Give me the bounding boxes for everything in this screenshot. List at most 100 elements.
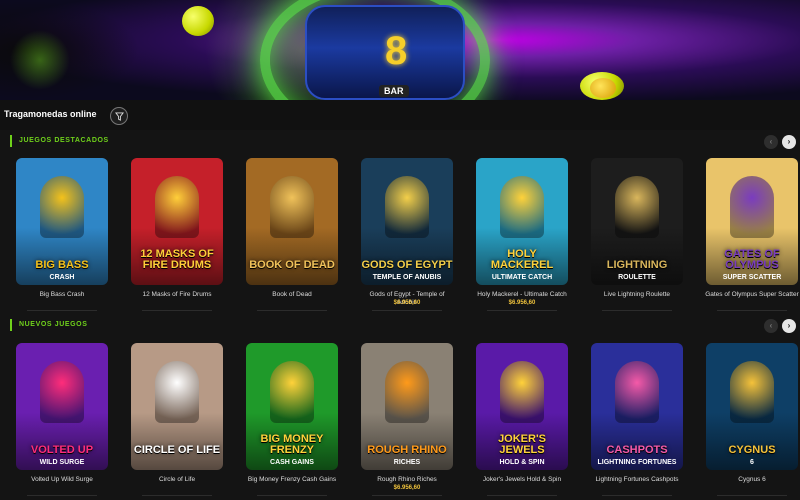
card-divider xyxy=(257,310,327,311)
game-title[interactable]: Book of Dead xyxy=(242,291,342,299)
card-divider xyxy=(372,310,442,311)
chevron-left-icon: ‹ xyxy=(769,321,773,330)
game-art xyxy=(615,361,659,423)
card-divider xyxy=(27,310,97,311)
category-toolbar: Tragamonedas online xyxy=(0,100,800,130)
game-art xyxy=(270,176,314,238)
game-art-subtitle: HOLD & SPIN xyxy=(499,459,545,466)
carousel-prev-button[interactable]: ‹ xyxy=(764,319,778,333)
carousel-next-button[interactable]: › xyxy=(782,135,796,149)
card-divider xyxy=(717,310,787,311)
game-art-title: JOKER'S JEWELS xyxy=(498,433,546,456)
game-card[interactable]: VOLTED UP WILD SURGE xyxy=(16,343,108,470)
chevron-right-icon: › xyxy=(787,137,791,146)
game-title[interactable]: Big Bass Crash xyxy=(12,291,112,299)
game-card[interactable]: ROUGH RHINO RICHES xyxy=(361,343,453,470)
chevron-left-icon: ‹ xyxy=(769,137,773,146)
game-art xyxy=(730,361,774,423)
game-card[interactable]: BOOK OF DEAD xyxy=(246,158,338,285)
game-art-title: LIGHTNING xyxy=(606,259,668,271)
slot-reel-image: 8 BAR xyxy=(305,5,465,100)
game-art xyxy=(155,361,199,423)
card-divider xyxy=(372,495,442,496)
game-art-title: GATES OF OLYMPUS xyxy=(724,248,780,271)
section-heading: NUEVOS JUEGOS xyxy=(10,319,87,331)
game-card[interactable]: CASHPOTS LIGHTNING FORTUNES xyxy=(591,343,683,470)
new-games-section: NUEVOS JUEGOS ‹ › VOLTED UP WILD SURGE Vol… xyxy=(0,315,800,500)
game-art-title: BOOK OF DEAD xyxy=(249,259,335,271)
game-card[interactable]: CYGNUS 6 xyxy=(706,343,798,470)
hero-glow xyxy=(10,30,70,90)
game-art-subtitle: WILD SURGE xyxy=(39,459,85,466)
game-card[interactable]: HOLY MACKEREL ULTIMATE CATCH xyxy=(476,158,568,285)
chevron-right-icon: › xyxy=(787,321,791,330)
jackpot-amount: $6.956,60 xyxy=(393,300,421,306)
card-divider xyxy=(142,310,212,311)
jackpot-amount: $6.956,60 xyxy=(393,485,421,491)
game-card[interactable]: LIGHTNING ROULETTE xyxy=(591,158,683,285)
game-title[interactable]: Rough Rhino Riches xyxy=(357,476,457,484)
game-art-subtitle: RICHES xyxy=(393,459,421,466)
game-title[interactable]: Live Lightning Roulette xyxy=(587,291,687,299)
game-art-subtitle: SUPER SCATTER xyxy=(722,274,782,281)
game-art-title: 12 MASKS OF FIRE DRUMS xyxy=(140,248,214,271)
game-title[interactable]: Big Money Frenzy Cash Gains xyxy=(242,476,342,484)
game-title[interactable]: Lightning Fortunes Cashpots xyxy=(587,476,687,484)
game-art xyxy=(615,176,659,238)
game-art xyxy=(40,176,84,238)
game-art-title: GODS OF EGYPT xyxy=(361,259,453,271)
game-art-title: CIRCLE OF LIFE xyxy=(133,444,221,456)
game-card[interactable]: CIRCLE OF LIFE xyxy=(131,343,223,470)
page-title: Tragamonedas online xyxy=(4,109,97,119)
game-card[interactable]: BIG MONEY FRENZY CASH GAINS xyxy=(246,343,338,470)
game-title[interactable]: Circle of Life xyxy=(127,476,227,484)
game-card[interactable]: GATES OF OLYMPUS SUPER SCATTER xyxy=(706,158,798,285)
game-art-subtitle: CASH GAINS xyxy=(270,459,314,466)
card-divider xyxy=(602,310,672,311)
card-divider xyxy=(142,495,212,496)
game-art-title: HOLY MACKEREL xyxy=(490,248,554,271)
game-title[interactable]: Holy Mackerel - Ultimate Catch xyxy=(472,291,572,299)
filter-button[interactable] xyxy=(110,107,128,125)
game-art-title: BIG MONEY FRENZY xyxy=(260,433,324,456)
game-art-subtitle: CRASH xyxy=(49,274,75,281)
game-art-subtitle: 6 xyxy=(750,459,754,466)
game-art-title: CASHPOTS xyxy=(606,444,668,456)
game-art xyxy=(385,361,429,423)
coin-icon xyxy=(182,6,214,36)
filter-icon xyxy=(114,111,124,121)
game-art xyxy=(155,176,199,238)
card-divider xyxy=(602,495,672,496)
reel-symbol: 8 xyxy=(385,29,408,73)
section-heading: JUEGOS DESTACADOS xyxy=(10,135,109,147)
game-art xyxy=(40,361,84,423)
game-title[interactable]: Joker's Jewels Hold & Spin xyxy=(472,476,572,484)
game-card[interactable]: 12 MASKS OF FIRE DRUMS xyxy=(131,158,223,285)
game-title[interactable]: Gates of Olympus Super Scatter xyxy=(702,291,800,299)
game-title[interactable]: 12 Masks of Fire Drums xyxy=(127,291,227,299)
carousel-prev-button[interactable]: ‹ xyxy=(764,135,778,149)
card-divider xyxy=(487,495,557,496)
game-art-subtitle: ROULETTE xyxy=(618,274,656,281)
game-card[interactable]: BIG BASS CRASH xyxy=(16,158,108,285)
game-title[interactable]: Volted Up Wild Surge xyxy=(12,476,112,484)
game-art-title: BIG BASS xyxy=(35,259,89,271)
game-title[interactable]: Cygnus 6 xyxy=(702,476,800,484)
card-divider xyxy=(27,495,97,496)
game-art xyxy=(500,361,544,423)
card-divider xyxy=(487,310,557,311)
game-art-title: VOLTED UP xyxy=(30,444,94,456)
game-art-subtitle: ULTIMATE CATCH xyxy=(491,274,553,281)
game-art-title: ROUGH RHINO xyxy=(367,444,447,456)
hero-banner[interactable]: 8 BAR xyxy=(0,0,800,100)
card-divider xyxy=(257,495,327,496)
game-card[interactable]: GODS OF EGYPT TEMPLE OF ANUBIS xyxy=(361,158,453,285)
featured-games-section: JUEGOS DESTACADOS ‹ › BIG BASS CRASH Big B… xyxy=(0,130,800,315)
game-art-subtitle: LIGHTNING FORTUNES xyxy=(597,459,677,466)
card-divider xyxy=(717,495,787,496)
game-art-subtitle: TEMPLE OF ANUBIS xyxy=(372,274,442,281)
carousel-next-button[interactable]: › xyxy=(782,319,796,333)
game-art xyxy=(270,361,314,423)
game-art-title: CYGNUS xyxy=(728,444,776,456)
game-card[interactable]: JOKER'S JEWELS HOLD & SPIN xyxy=(476,343,568,470)
